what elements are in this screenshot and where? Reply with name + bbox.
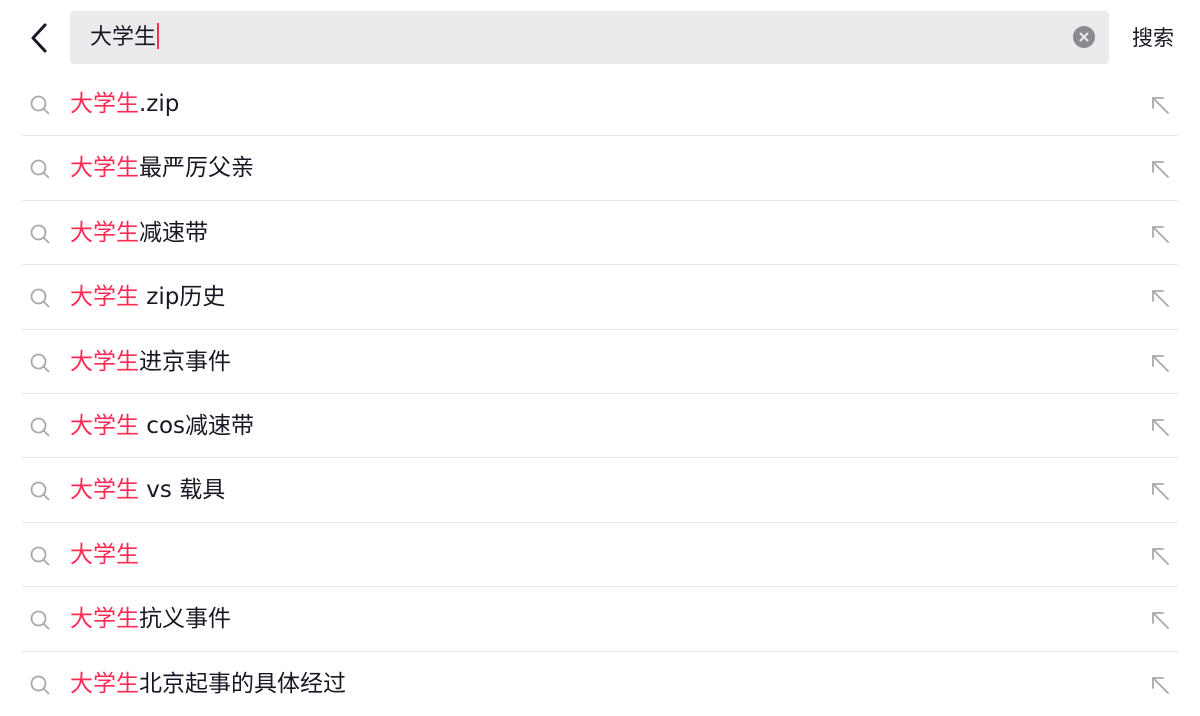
fill-query-arrow-icon[interactable] xyxy=(1148,415,1172,439)
suggestion-highlight: 大学生 xyxy=(70,91,139,117)
suggestion-item[interactable]: 大学生最严厉父亲 xyxy=(0,136,1200,201)
search-icon xyxy=(30,417,50,437)
suggestion-text: 大学生最严厉父亲 xyxy=(70,152,254,184)
suggestion-text: 大学生.zip xyxy=(70,88,179,120)
fill-query-arrow-icon[interactable] xyxy=(1148,157,1172,181)
suggestion-item[interactable]: 大学生 cos减速带 xyxy=(0,394,1200,459)
search-icon xyxy=(30,353,50,372)
fill-query-arrow-icon[interactable] xyxy=(1148,608,1172,632)
suggestion-rest: 最严厉父亲 xyxy=(139,155,254,182)
suggestion-rest: vs 载具 xyxy=(139,477,226,504)
suggestion-list: 大学生.zip 大学生最严厉父亲 大学生减速带 大学生 zip历史 大学生进京事件 大学生… xyxy=(0,72,1200,716)
suggestion-highlight: 大学生 xyxy=(70,348,139,375)
suggestion-highlight: 大学生 xyxy=(70,477,139,504)
suggestion-text: 大学生减速带 xyxy=(70,217,208,249)
suggestion-text: 大学生 cos减速带 xyxy=(70,410,254,442)
suggestion-item[interactable]: 大学生 xyxy=(0,523,1200,588)
fill-query-arrow-icon[interactable] xyxy=(1148,286,1172,310)
suggestion-rest: .zip xyxy=(139,91,180,117)
search-icon xyxy=(30,95,50,115)
suggestion-item[interactable]: 大学生减速带 xyxy=(0,201,1200,266)
back-button[interactable] xyxy=(22,18,56,58)
suggestion-text: 大学生进京事件 xyxy=(70,346,231,378)
suggestion-item[interactable]: 大学生北京起事的具体经过 xyxy=(0,652,1200,716)
search-header: 大学生 搜索 xyxy=(0,0,1200,74)
suggestion-highlight: 大学生 xyxy=(70,219,139,246)
suggestion-text: 大学生 vs 载具 xyxy=(70,474,225,506)
search-icon xyxy=(30,224,50,244)
search-icon xyxy=(30,675,50,694)
chevron-left-icon xyxy=(31,23,47,53)
search-submit-button[interactable]: 搜索 xyxy=(1132,24,1174,52)
suggestion-text: 大学生抗义事件 xyxy=(70,603,231,635)
suggestion-item[interactable]: 大学生 vs 载具 xyxy=(0,458,1200,523)
search-icon xyxy=(30,481,50,501)
search-icon xyxy=(30,610,50,630)
suggestion-item[interactable]: 大学生.zip xyxy=(0,72,1200,137)
suggestion-highlight: 大学生 xyxy=(70,155,139,182)
search-icon xyxy=(30,159,50,179)
suggestion-highlight: 大学生 xyxy=(70,284,139,311)
fill-query-arrow-icon[interactable] xyxy=(1148,222,1172,246)
search-icon xyxy=(30,546,50,566)
suggestion-highlight: 大学生 xyxy=(70,606,139,633)
suggestion-rest: 进京事件 xyxy=(139,348,231,375)
fill-query-arrow-icon[interactable] xyxy=(1148,479,1172,503)
search-input[interactable]: 大学生 xyxy=(90,23,160,52)
fill-query-arrow-icon[interactable] xyxy=(1148,93,1172,117)
text-caret xyxy=(157,23,160,49)
search-field[interactable]: 大学生 xyxy=(70,11,1109,64)
suggestion-highlight: 大学生 xyxy=(70,541,139,568)
suggestion-rest: zip历史 xyxy=(139,284,226,311)
suggestion-item[interactable]: 大学生进京事件 xyxy=(0,330,1200,394)
suggestion-rest: cos减速带 xyxy=(139,412,255,439)
suggestion-text: 大学生北京起事的具体经过 xyxy=(70,668,346,700)
fill-query-arrow-icon[interactable] xyxy=(1148,351,1172,375)
fill-query-arrow-icon[interactable] xyxy=(1148,544,1172,568)
suggestion-text: 大学生 xyxy=(70,539,139,571)
suggestion-highlight: 大学生 xyxy=(70,670,139,697)
suggestion-rest: 减速带 xyxy=(139,219,208,246)
clear-button[interactable] xyxy=(1073,26,1095,48)
search-icon xyxy=(30,288,50,308)
suggestion-item[interactable]: 大学生抗义事件 xyxy=(0,587,1200,652)
clear-circle-icon xyxy=(1079,32,1089,42)
suggestion-rest: 抗义事件 xyxy=(139,606,231,633)
suggestion-rest: 北京起事的具体经过 xyxy=(139,670,346,697)
suggestion-item[interactable]: 大学生 zip历史 xyxy=(0,265,1200,330)
suggestion-highlight: 大学生 xyxy=(70,412,139,439)
fill-query-arrow-icon[interactable] xyxy=(1148,673,1172,697)
suggestion-text: 大学生 zip历史 xyxy=(70,281,225,313)
